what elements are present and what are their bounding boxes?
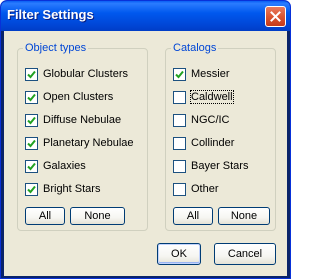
catalogs-none-button[interactable]: None xyxy=(218,207,270,225)
checkbox-box[interactable] xyxy=(173,113,186,127)
catalogs-title: Catalogs xyxy=(171,41,219,55)
checkbox-label: Open Clusters xyxy=(43,91,114,103)
check-icon xyxy=(27,93,36,101)
checkbox-ngc-ic[interactable]: NGC/IC xyxy=(173,112,230,128)
checkbox-diffuse-nebulae[interactable]: Diffuse Nebulae xyxy=(25,112,121,128)
check-icon xyxy=(27,116,36,124)
check-icon xyxy=(27,185,36,193)
checkbox-bayer-stars[interactable]: Bayer Stars xyxy=(173,158,248,174)
dialog-body: Object types Globular Clusters Open Clus… xyxy=(4,31,287,276)
checkbox-box[interactable] xyxy=(25,113,38,127)
window-title: Filter Settings xyxy=(7,7,94,22)
checkbox-label: Bright Stars xyxy=(43,183,101,195)
object-types-none-button[interactable]: None xyxy=(70,207,125,225)
checkbox-label: Caldwell xyxy=(190,90,234,104)
checkbox-box[interactable] xyxy=(173,159,186,173)
catalogs-group: Catalogs Messier Caldwell NGC/IC Collind… xyxy=(165,41,276,231)
checkbox-box[interactable] xyxy=(173,90,186,104)
checkbox-box[interactable] xyxy=(173,136,186,150)
checkbox-box[interactable] xyxy=(25,182,38,196)
checkbox-globular-clusters[interactable]: Globular Clusters xyxy=(25,66,128,82)
close-icon xyxy=(270,11,281,22)
object-types-title: Object types xyxy=(23,41,89,55)
checkbox-open-clusters[interactable]: Open Clusters xyxy=(25,89,113,105)
checkbox-label: Other xyxy=(191,183,219,195)
title-bar[interactable]: Filter Settings xyxy=(1,1,290,31)
cancel-button[interactable]: Cancel xyxy=(214,243,276,265)
checkbox-box[interactable] xyxy=(25,90,38,104)
object-types-group: Object types Globular Clusters Open Clus… xyxy=(17,41,148,231)
checkbox-other[interactable]: Other xyxy=(173,181,219,197)
catalogs-all-button[interactable]: All xyxy=(173,207,213,225)
checkbox-label: Collinder xyxy=(191,137,235,149)
checkbox-label: Messier xyxy=(191,68,230,80)
check-icon xyxy=(175,70,184,78)
checkbox-box[interactable] xyxy=(25,67,38,81)
object-types-all-button[interactable]: All xyxy=(25,207,65,225)
checkbox-label: Globular Clusters xyxy=(43,68,128,80)
checkbox-label: Diffuse Nebulae xyxy=(43,114,122,126)
check-icon xyxy=(27,139,36,147)
checkbox-label: Galaxies xyxy=(43,160,86,172)
checkbox-box[interactable] xyxy=(173,182,186,196)
checkbox-caldwell[interactable]: Caldwell xyxy=(173,89,234,105)
checkbox-messier[interactable]: Messier xyxy=(173,66,230,82)
checkbox-box[interactable] xyxy=(25,136,38,150)
checkbox-planetary-nebulae[interactable]: Planetary Nebulae xyxy=(25,135,134,151)
checkbox-collinder[interactable]: Collinder xyxy=(173,135,234,151)
close-button[interactable] xyxy=(265,6,286,27)
checkbox-label: NGC/IC xyxy=(191,114,230,126)
ok-button[interactable]: OK xyxy=(157,243,201,265)
checkbox-label: Planetary Nebulae xyxy=(43,137,134,149)
checkbox-galaxies[interactable]: Galaxies xyxy=(25,158,86,174)
checkbox-box[interactable] xyxy=(25,159,38,173)
filter-settings-dialog: Filter Settings Object types Globular Cl… xyxy=(0,0,291,279)
checkbox-box[interactable] xyxy=(173,67,186,81)
checkbox-bright-stars[interactable]: Bright Stars xyxy=(25,181,100,197)
check-icon xyxy=(27,70,36,78)
check-icon xyxy=(27,162,36,170)
checkbox-label: Bayer Stars xyxy=(191,160,249,172)
